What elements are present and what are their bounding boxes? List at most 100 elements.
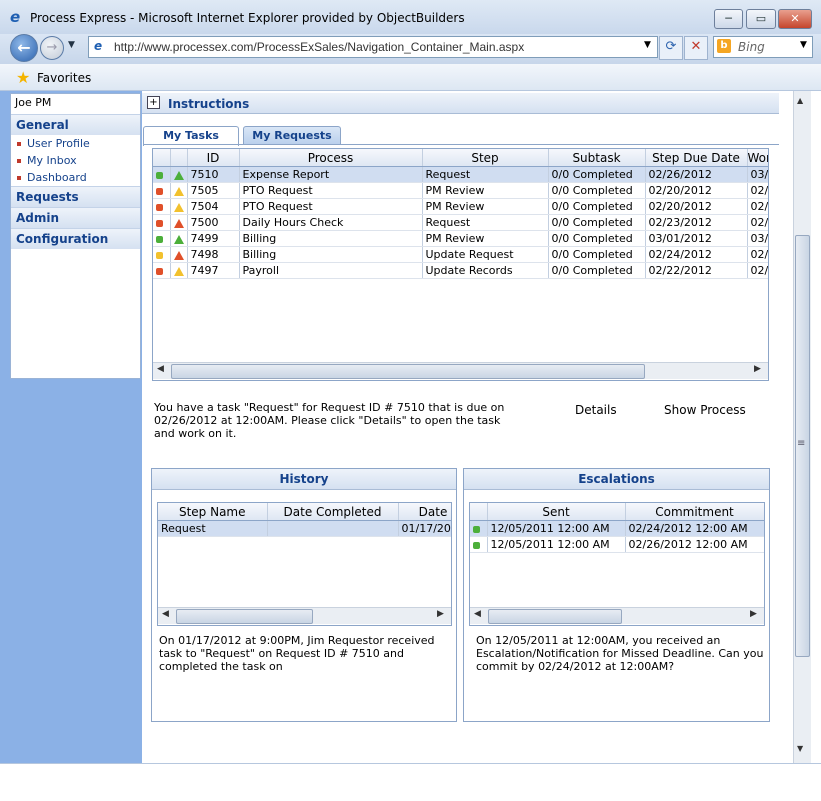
history-title: History bbox=[152, 469, 456, 490]
status-green-icon bbox=[473, 541, 480, 549]
search-box[interactable]: b Bing ▼ bbox=[713, 36, 813, 58]
sidebar-section-general[interactable]: General bbox=[11, 114, 140, 135]
status-red-icon bbox=[156, 219, 163, 227]
back-arrow-icon[interactable]: ← bbox=[10, 34, 38, 62]
history-horizontal-scrollbar[interactable]: ◀ ▶ bbox=[158, 607, 451, 624]
status-green-icon bbox=[156, 171, 163, 179]
refresh-icon[interactable]: ⟳ bbox=[659, 36, 683, 60]
expand-icon[interactable]: + bbox=[147, 96, 160, 109]
column-header-id[interactable]: ID bbox=[187, 149, 240, 167]
sent-cell: 12/05/2011 12:00 AM bbox=[487, 536, 626, 553]
star-icon[interactable]: ★ bbox=[16, 68, 30, 87]
address-bar[interactable]: e http://www.processex.com/ProcessExSale… bbox=[88, 36, 658, 58]
subtask-cell: 0/0 Completed bbox=[548, 246, 646, 263]
maximize-button[interactable]: ▭ bbox=[746, 9, 776, 29]
subtask-cell: 0/0 Completed bbox=[548, 214, 646, 231]
scrollbar-thumb[interactable] bbox=[171, 364, 645, 379]
step-cell: Update Request bbox=[422, 246, 549, 263]
escalations-title: Escalations bbox=[464, 469, 769, 490]
instructions-bar[interactable]: + Instructions bbox=[142, 93, 779, 114]
scrollbar-thumb[interactable] bbox=[176, 609, 313, 624]
scroll-up-icon[interactable]: ▲ bbox=[797, 96, 803, 105]
due-cell: 02/20/2012 bbox=[645, 182, 748, 199]
scroll-right-icon[interactable]: ▶ bbox=[754, 364, 761, 374]
search-dropdown-icon[interactable]: ▼ bbox=[800, 40, 807, 50]
sidebar-item-label[interactable]: User Profile bbox=[27, 137, 90, 150]
scroll-right-icon[interactable]: ▶ bbox=[750, 609, 757, 619]
priority-yellow-triangle-icon bbox=[173, 266, 184, 276]
show-process-link[interactable]: Show Process bbox=[664, 403, 746, 417]
sidebar-item-user-profile[interactable]: User Profile bbox=[17, 137, 90, 150]
table-row[interactable]: 7497 Payroll Update Records 0/0 Completed 02… bbox=[153, 262, 768, 279]
step-name-cell: Request bbox=[158, 520, 268, 537]
priority-cell bbox=[170, 166, 188, 183]
column-header-step-name[interactable]: Step Name bbox=[158, 503, 268, 521]
scroll-right-icon[interactable]: ▶ bbox=[437, 609, 444, 619]
priority-yellow-triangle-icon bbox=[173, 186, 184, 196]
scroll-left-icon[interactable]: ◀ bbox=[162, 609, 169, 619]
status-column-header[interactable] bbox=[153, 149, 171, 167]
close-button[interactable]: ✕ bbox=[778, 9, 812, 29]
table-row[interactable]: Request 01/17/20 bbox=[158, 520, 451, 537]
stop-icon[interactable]: ✕ bbox=[684, 36, 708, 60]
table-row[interactable]: 7498 Billing Update Request 0/0 Completed 02… bbox=[153, 246, 768, 263]
table-row[interactable]: 7499 Billing PM Review 0/0 Completed 03/01/2… bbox=[153, 230, 768, 247]
sidebar-section-requests[interactable]: Requests bbox=[11, 186, 140, 207]
sidebar-section-admin[interactable]: Admin bbox=[11, 207, 140, 228]
status-column-header[interactable] bbox=[470, 503, 488, 521]
sidebar-item-label[interactable]: Dashboard bbox=[27, 171, 87, 184]
tab-my-requests[interactable]: My Requests bbox=[243, 126, 341, 145]
user-name: Joe PM bbox=[15, 96, 52, 109]
subtask-cell: 0/0 Completed bbox=[548, 198, 646, 215]
instructions-title[interactable]: Instructions bbox=[168, 97, 249, 111]
sidebar-item-dashboard[interactable]: Dashboard bbox=[17, 171, 87, 184]
scroll-left-icon[interactable]: ◀ bbox=[157, 364, 164, 374]
column-header-work[interactable]: Work bbox=[747, 149, 768, 167]
details-link[interactable]: Details bbox=[575, 403, 617, 417]
column-header-sent[interactable]: Sent bbox=[487, 503, 626, 521]
tab-my-tasks[interactable]: My Tasks bbox=[143, 126, 239, 146]
column-header-process[interactable]: Process bbox=[239, 149, 423, 167]
column-header-commitment[interactable]: Commitment bbox=[625, 503, 764, 521]
favorites-button[interactable]: Favorites bbox=[37, 71, 91, 85]
table-row[interactable]: 12/05/2011 12:00 AM 02/24/2012 12:00 AM bbox=[470, 520, 764, 537]
commitment-cell: 02/26/2012 12:00 AM bbox=[625, 536, 764, 553]
priority-cell bbox=[170, 182, 188, 199]
scrollbar-thumb[interactable] bbox=[488, 609, 622, 624]
table-row[interactable]: 7505 PTO Request PM Review 0/0 Completed 02/… bbox=[153, 182, 768, 199]
status-cell bbox=[153, 166, 171, 183]
tasks-horizontal-scrollbar[interactable]: ◀ ▶ bbox=[153, 362, 768, 379]
step-cell: PM Review bbox=[422, 230, 549, 247]
table-row[interactable]: 7510 Expense Report Request 0/0 Completed 02… bbox=[153, 166, 768, 183]
process-cell: Payroll bbox=[239, 262, 423, 279]
column-header-date-completed[interactable]: Date Completed bbox=[267, 503, 399, 521]
url-text[interactable]: http://www.processex.com/ProcessExSales/… bbox=[114, 40, 524, 54]
table-row[interactable]: 7504 PTO Request PM Review 0/0 Completed 02/… bbox=[153, 198, 768, 215]
sidebar-section-configuration[interactable]: Configuration bbox=[11, 228, 140, 249]
status-cell bbox=[153, 262, 171, 279]
scroll-down-icon[interactable]: ▼ bbox=[797, 744, 803, 753]
column-header-step-due-date[interactable]: Step Due Date bbox=[645, 149, 748, 167]
priority-red-triangle-icon bbox=[173, 250, 184, 260]
minimize-button[interactable]: ─ bbox=[714, 9, 743, 29]
scroll-left-icon[interactable]: ◀ bbox=[474, 609, 481, 619]
priority-column-header[interactable] bbox=[170, 149, 188, 167]
forward-arrow-icon[interactable]: → bbox=[40, 36, 64, 60]
bullet-icon bbox=[17, 176, 21, 180]
id-cell: 7500 bbox=[187, 214, 240, 231]
table-row[interactable]: 7500 Daily Hours Check Request 0/0 Complete… bbox=[153, 214, 768, 231]
work-cell: 02/15/ bbox=[747, 246, 768, 263]
sidebar-item-my-inbox[interactable]: My Inbox bbox=[17, 154, 77, 167]
bullet-icon bbox=[17, 159, 21, 163]
table-row[interactable]: 12/05/2011 12:00 AM 02/26/2012 12:00 AM bbox=[470, 536, 764, 553]
table-header: Sent Commitment bbox=[470, 503, 764, 521]
search-input[interactable]: Bing bbox=[738, 40, 765, 54]
status-red-icon bbox=[156, 267, 163, 275]
address-dropdown-icon[interactable]: ▼ bbox=[644, 40, 651, 50]
sidebar-item-label[interactable]: My Inbox bbox=[27, 154, 77, 167]
column-header-date[interactable]: Date bbox=[398, 503, 451, 521]
column-header-step[interactable]: Step bbox=[422, 149, 549, 167]
column-header-subtask[interactable]: Subtask bbox=[548, 149, 646, 167]
escalations-horizontal-scrollbar[interactable]: ◀ ▶ bbox=[470, 607, 764, 624]
history-dropdown-icon[interactable]: ▼ bbox=[68, 40, 75, 50]
